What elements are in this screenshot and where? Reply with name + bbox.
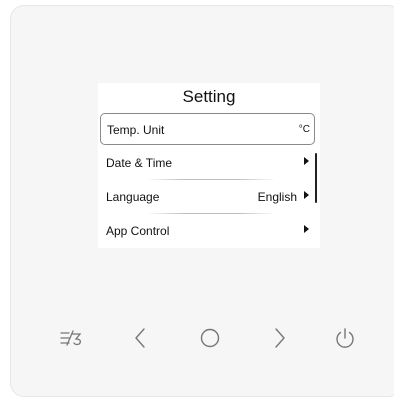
power-button[interactable]: [325, 320, 365, 356]
menu-item-app-control[interactable]: App Control: [100, 215, 315, 247]
menu-item-label: App Control: [106, 224, 170, 238]
temp-unit-value: °C: [298, 124, 310, 135]
scrollbar[interactable]: [315, 153, 317, 203]
power-icon: [336, 328, 354, 348]
menu-item-language[interactable]: Language English: [100, 181, 315, 213]
menu-item-date-time[interactable]: Date & Time: [100, 147, 315, 179]
fan-speed-button[interactable]: [51, 320, 91, 356]
right-button[interactable]: [260, 320, 300, 356]
menu-item-temp-unit[interactable]: Temp. Unit °C: [100, 113, 315, 145]
language-value: English: [257, 190, 297, 204]
menu-item-label: Language: [106, 190, 160, 204]
arrow-right-icon: [304, 157, 309, 165]
arrow-right-icon: [304, 225, 309, 233]
divider: [146, 179, 276, 180]
menu-item-label: Temp. Unit: [107, 123, 165, 137]
fan-speed-icon: [60, 330, 82, 346]
ok-button[interactable]: [190, 320, 230, 356]
divider: [146, 213, 276, 214]
chevron-right-icon: [275, 328, 285, 348]
display-screen: Setting Temp. Unit °C Date & Time Langua…: [98, 83, 320, 248]
circle-ok-icon: [200, 328, 220, 348]
chevron-left-icon: [135, 328, 145, 348]
menu-item-label: Date & Time: [106, 156, 173, 170]
arrow-right-icon: [304, 191, 309, 199]
screen-title: Setting: [182, 87, 236, 106]
left-button[interactable]: [120, 320, 160, 356]
